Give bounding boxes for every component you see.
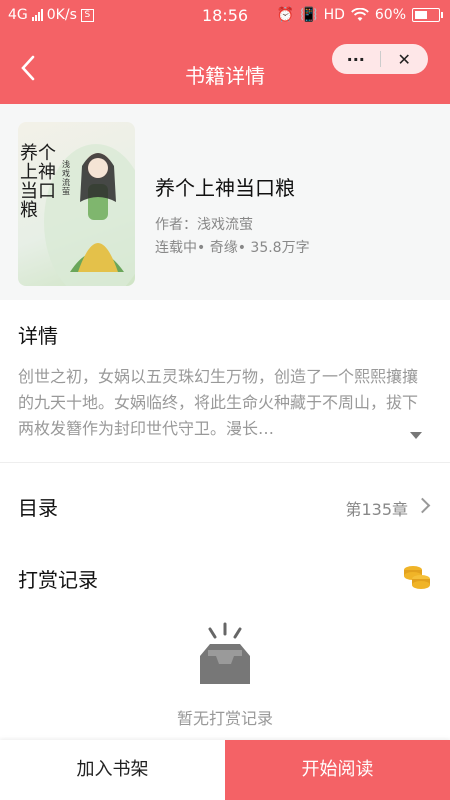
add-to-shelf-button[interactable]: 加入书架: [0, 740, 225, 800]
reward-heading: 打赏记录: [18, 568, 98, 592]
header: 4G 0K/s S 18:56 ⏰ 📳 HD 60% 书籍详情 ··· ✕: [0, 0, 450, 104]
expand-arrow-icon[interactable]: [410, 432, 422, 439]
book-author: 作者：浅戏流萤: [155, 217, 253, 233]
start-reading-button[interactable]: 开始阅读: [225, 740, 450, 800]
empty-reward-text: 暂无打赏记录: [176, 709, 273, 728]
cover-title-text: 养个上神当口粮: [20, 143, 56, 221]
bottom-action-bar: 加入书架 开始阅读: [0, 740, 450, 800]
book-info: 养个上神当口粮 浅戏流萤 养个上神当口粮 作者：浅戏流萤 连载中• 奇缘• 35…: [0, 104, 450, 300]
battery-icon: [412, 8, 443, 22]
cover-author-text: 浅戏流萤: [62, 160, 70, 196]
latest-chapter: 第135章: [345, 500, 408, 519]
battery-percent: 60%: [374, 7, 406, 23]
divider: [0, 462, 450, 463]
chevron-right-icon: [414, 497, 431, 514]
toc-row[interactable]: 目录 第135章: [0, 476, 450, 536]
nav-bar: 书籍详情 ··· ✕: [0, 44, 450, 104]
coins-icon[interactable]: [402, 560, 432, 590]
book-meta: 连载中• 奇缘• 35.8万字: [155, 240, 310, 256]
book-cover[interactable]: 养个上神当口粮 浅戏流萤: [18, 122, 135, 286]
detail-heading: 详情: [18, 324, 58, 348]
book-title: 养个上神当口粮: [155, 176, 295, 200]
status-bar: 4G 0K/s S 18:56 ⏰ 📳 HD 60%: [0, 0, 450, 32]
book-synopsis: 创世之初，女娲以五灵珠幻生万物，创造了一个熙熙攘攘的九天十地。女娲临终，将此生命…: [18, 367, 418, 438]
hd-label: HD: [323, 7, 345, 23]
miniapp-capsule: ··· ✕: [332, 44, 428, 74]
close-button[interactable]: ✕: [381, 50, 429, 69]
wifi-icon: [351, 8, 369, 21]
toc-label: 目录: [18, 496, 58, 520]
alarm-icon: ⏰: [276, 7, 295, 23]
more-button[interactable]: ···: [332, 50, 380, 69]
empty-inbox-icon: [200, 622, 250, 684]
vibrate-icon: 📳: [300, 7, 318, 23]
